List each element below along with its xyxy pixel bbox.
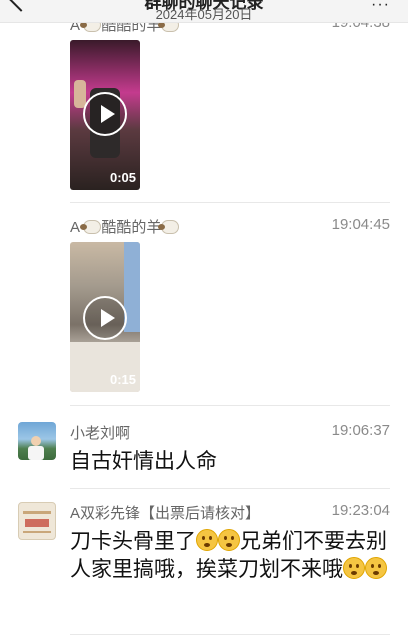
surprised-emoji [218, 529, 240, 551]
divider [70, 488, 390, 489]
message-time: 19:06:37 [331, 422, 390, 439]
more-icon[interactable]: ··· [371, 0, 390, 14]
video-thumbnail[interactable]: 0:05 [70, 40, 140, 190]
play-icon[interactable] [83, 296, 127, 340]
video-duration: 0:05 [109, 170, 136, 185]
avatar[interactable] [18, 502, 56, 540]
sender-name: A双彩先锋【出票后请核对】 [70, 505, 261, 522]
sender-name: A 酷酷的羊 [70, 216, 180, 237]
sender-name: 小老刘啊 [70, 425, 131, 442]
message-time: 19:23:04 [331, 502, 390, 519]
video-duration: 0:15 [109, 372, 136, 387]
sheep-emoji [80, 220, 102, 234]
divider [70, 202, 390, 203]
play-icon[interactable] [83, 92, 127, 136]
divider [70, 405, 390, 406]
thinking-emoji [365, 557, 387, 579]
sheep-emoji [158, 220, 180, 234]
message-time: 19:04:45 [331, 216, 390, 233]
avatar[interactable] [18, 422, 56, 460]
surprised-emoji [196, 529, 218, 551]
message-text: 刀卡头骨里了 兄弟们不要去别人家里搞哦，挨菜刀划不来哦 [70, 529, 387, 581]
thinking-emoji [343, 557, 365, 579]
divider [70, 634, 390, 635]
message-text: 自古奸情出人命 [70, 450, 217, 473]
video-thumbnail[interactable]: 0:15 [70, 242, 140, 392]
history-date: 2024年05月20日 [155, 7, 253, 22]
header-bar: 群聊的聊天记录 2024年05月20日 ··· [0, 0, 408, 23]
